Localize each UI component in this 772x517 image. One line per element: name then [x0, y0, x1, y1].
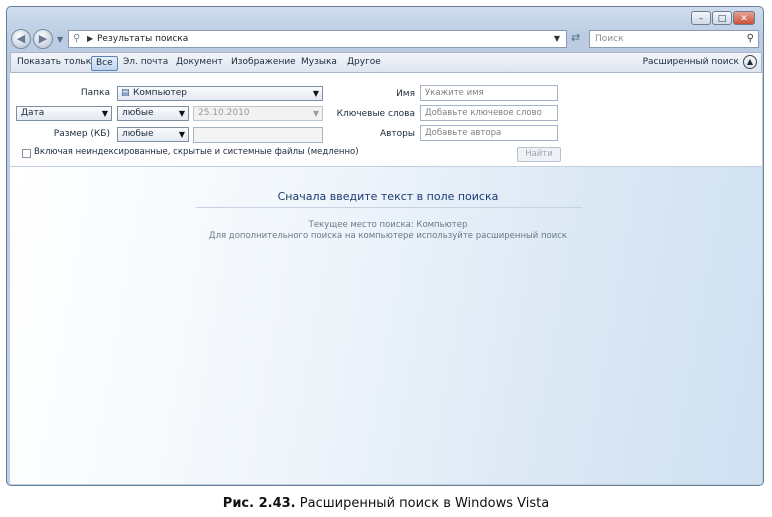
date-condition-select[interactable]: любые ▼	[117, 106, 189, 121]
name-label: Имя	[396, 89, 415, 99]
search-icon[interactable]: ⚲	[747, 31, 754, 47]
back-arrow-icon: ◀	[16, 32, 26, 45]
chevron-down-icon: ▼	[178, 130, 185, 139]
filter-all[interactable]: Все	[91, 56, 118, 71]
figure-caption-label: Рис. 2.43.	[222, 496, 296, 511]
advanced-search-pane: Папка ▤ Компьютер ▼ Дата ▼ любые ▼ 25.10…	[10, 73, 762, 167]
name-field[interactable]: Укажите имя	[420, 85, 558, 101]
filter-other[interactable]: Другое	[347, 56, 381, 69]
figure-caption: Рис. 2.43. Расширенный поиск в Windows V…	[0, 496, 772, 511]
address-bar[interactable]: ⚲ ▶ Результаты поиска ▼	[68, 30, 567, 48]
refresh-icon[interactable]: ⇄	[571, 31, 580, 44]
chevron-down-icon: ▼	[178, 109, 185, 118]
size-label: Размер (КБ)	[53, 129, 110, 139]
search-folder-icon: ⚲	[73, 33, 81, 44]
current-location-text: Текущее место поиска: Компьютер	[308, 220, 468, 230]
include-hidden-checkbox[interactable]	[22, 149, 31, 158]
keywords-label: Ключевые слова	[336, 109, 415, 119]
filter-image[interactable]: Изображение	[231, 56, 296, 69]
address-text: Результаты поиска	[97, 34, 189, 44]
forward-button[interactable]: ▶	[33, 29, 53, 49]
minimize-button[interactable]: –	[691, 11, 711, 25]
filter-email[interactable]: Эл. почта	[123, 56, 168, 69]
forward-arrow-icon: ▶	[38, 32, 48, 45]
navigation-bar: ◀ ▶ ▼ ⚲ ▶ Результаты поиска ▼ ⇄ Поиск ⚲	[11, 28, 759, 50]
computer-icon: ▤	[121, 88, 130, 98]
include-hidden-label: Включая неиндексированные, скрытые и сис…	[34, 147, 359, 157]
back-button[interactable]: ◀	[11, 29, 31, 49]
address-dropdown-icon[interactable]: ▼	[554, 31, 560, 47]
date-value-field[interactable]: 25.10.2010 ▼	[193, 106, 323, 121]
authors-label: Авторы	[379, 129, 415, 139]
figure-caption-text: Расширенный поиск в Windows Vista	[299, 496, 550, 511]
filter-bar: Показать только: Все Эл. почта Документ …	[10, 52, 762, 73]
folder-label: Папка	[80, 88, 110, 98]
show-only-label: Показать только:	[17, 57, 100, 67]
nav-buttons: ◀ ▶	[11, 28, 57, 50]
window-controls: – □ ✕	[691, 11, 755, 25]
folder-select[interactable]: ▤ Компьютер ▼	[117, 86, 323, 101]
chevron-down-icon: ▼	[101, 109, 108, 118]
advanced-search-hint: Для дополнительного поиска на компьютере…	[208, 231, 568, 241]
date-value: 25.10.2010	[198, 108, 250, 118]
explorer-window: – □ ✕ ◀ ▶ ▼ ⚲ ▶ Результаты поиска ▼ ⇄ По…	[6, 6, 764, 486]
search-box[interactable]: Поиск ⚲	[589, 30, 759, 48]
size-condition-select[interactable]: любые ▼	[117, 127, 189, 142]
authors-field[interactable]: Добавьте автора	[420, 125, 558, 141]
search-placeholder: Поиск	[595, 34, 624, 44]
size-value-field[interactable]	[193, 127, 323, 143]
filter-document[interactable]: Документ	[176, 56, 223, 69]
filter-music[interactable]: Музыка	[301, 56, 337, 69]
collapse-chevron-up-icon[interactable]: ▲	[743, 55, 757, 69]
results-area: Сначала введите текст в поле поиска Теку…	[10, 167, 762, 484]
breadcrumb-arrow-icon[interactable]: ▶	[87, 31, 93, 47]
chevron-down-icon: ▼	[312, 89, 319, 98]
advanced-search-link[interactable]: Расширенный поиск	[643, 57, 739, 67]
maximize-button[interactable]: □	[712, 11, 732, 25]
keywords-field[interactable]: Добавьте ключевое слово	[420, 105, 558, 121]
folder-value: Компьютер	[133, 88, 187, 98]
size-condition-value: любые	[122, 129, 154, 139]
date-condition-value: любые	[122, 108, 154, 118]
close-button[interactable]: ✕	[733, 11, 755, 25]
heading-divider	[196, 207, 582, 208]
results-heading: Сначала введите текст в поле поиска	[277, 190, 499, 203]
date-type-select[interactable]: Дата ▼	[16, 106, 112, 121]
find-button[interactable]: Найти	[517, 147, 561, 162]
recent-pages-chevron-icon[interactable]: ▼	[57, 35, 63, 44]
date-type-value: Дата	[21, 108, 45, 118]
chevron-down-icon: ▼	[312, 109, 319, 118]
